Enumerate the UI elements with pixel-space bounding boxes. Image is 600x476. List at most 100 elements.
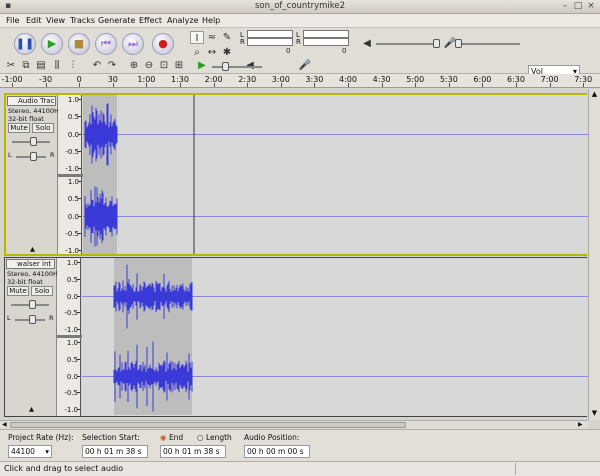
record-button[interactable]: ● [152,33,174,55]
zoom-tool-icon[interactable]: ⌕ [190,46,204,59]
skip-to-end-button[interactable]: ⏭ [122,33,144,55]
trim-icon[interactable]: ⫼ [50,59,64,72]
menu-tracks[interactable]: Tracks [70,16,95,25]
microphone-icon[interactable]: 🎤 [298,59,312,72]
scale-label: 0.5 [67,195,79,204]
time-shift-tool-icon[interactable]: ↔ [205,46,219,59]
length-radio[interactable]: ○ Length [197,433,232,442]
ruler-tick [381,83,383,87]
play-at-speed-icon[interactable]: ▶ [195,59,209,72]
scroll-right-icon[interactable]: ▶ [578,421,583,428]
redo-icon[interactable]: ↷ [105,59,119,72]
ruler-tick [146,83,148,87]
end-radio[interactable]: ◉ End [160,433,183,442]
track-info-panel: ✕ Audio Trac Stereo, 44100Hz 32-bit floa… [6,95,62,254]
play-button[interactable]: ▶ [41,33,63,55]
menu-generate[interactable]: Generate [98,16,135,25]
project-rate-select[interactable]: 44100 ▾ [8,445,52,458]
audio-track[interactable]: ✕ Audio Trac Stereo, 44100Hz 32-bit floa… [4,93,589,256]
menu-file[interactable]: File [6,16,19,25]
scroll-left-icon[interactable]: ◀ [2,421,7,428]
output-volume-slider[interactable] [376,43,436,45]
cut-icon[interactable]: ✂ [4,59,18,72]
selection-start-field[interactable]: 00 h 01 m 38 s [82,445,148,458]
gain-thumb[interactable] [29,300,36,309]
collapse-track-icon[interactable]: ▲ [29,405,34,413]
ruler-tick [314,83,316,87]
audio-position-field[interactable]: 00 h 00 m 00 s [244,445,310,458]
menu-effect[interactable]: Effect [139,16,162,25]
output-volume-icon: ◀ [363,38,371,49]
multi-tool-icon[interactable]: ✱ [220,46,234,59]
horizontal-scrollbar[interactable]: ◀ ▶ [0,420,588,429]
maximize-icon[interactable]: □ [573,2,583,12]
solo-button[interactable]: Solo [32,123,54,133]
selection-tool-icon[interactable]: I [190,31,204,44]
play-speed-slider[interactable] [212,66,262,68]
scroll-down-icon[interactable]: ▼ [590,409,599,418]
minimize-icon[interactable]: – [560,2,570,12]
scale-tick [78,133,81,135]
paste-icon[interactable]: ▤ [34,59,48,72]
waveform[interactable] [83,95,589,254]
scale-tick [77,409,80,410]
solo-button[interactable]: Solo [31,286,53,296]
zoom-in-icon[interactable]: ⊕ [127,59,141,72]
selection-end-field[interactable]: 00 h 01 m 38 s [160,445,226,458]
scale-label: 0.5 [66,275,78,284]
pan-thumb[interactable] [30,152,37,161]
window-title: son_of_countrymike2 [254,1,346,11]
collapse-track-icon[interactable]: ▲ [30,245,35,253]
horizontal-scroll-thumb[interactable] [10,422,406,428]
timeline-ruler[interactable]: -1:00 -30 0 30 1:00 1:30 2:00 2:30 3:00 3:30 4:00 4… [0,74,600,88]
ruler-tick [415,83,417,87]
undo-icon[interactable]: ↶ [90,59,104,72]
project-rate-value: 44100 [11,447,35,456]
track-name: walser int [17,260,52,268]
stop-button[interactable]: ■ [68,33,90,55]
waveform[interactable] [82,258,588,416]
input-volume-slider[interactable] [458,43,520,45]
input-volume-thumb[interactable] [455,39,462,48]
play-speed-thumb[interactable] [222,62,229,71]
record-meter-zero: 0 [342,47,347,55]
close-icon[interactable]: × [586,2,596,12]
fit-project-icon[interactable]: ⊞ [172,59,186,72]
draw-tool-icon[interactable]: ✎ [220,31,234,44]
scale-label: -1.0 [65,165,79,173]
ruler-tick [12,83,13,87]
menu-view[interactable]: View [46,16,65,25]
track-format: Stereo, 44100Hz [8,107,63,115]
ruler-tick [348,83,349,87]
menu-help[interactable]: Help [202,16,220,25]
audio-track[interactable]: ✕ walser int Stereo, 44100Hz 32-bit floa… [4,257,588,417]
pan-thumb[interactable] [29,315,36,324]
vertical-scrollbar[interactable]: ▲ ▼ [588,89,600,420]
audio-position-label: Audio Position: [244,433,300,442]
selection-bar: Project Rate (Hz): 44100 ▾ Selection Star… [0,429,600,461]
scroll-up-icon[interactable]: ▲ [590,90,599,99]
scale-tick [78,232,81,234]
scale-label: 1.0 [66,339,78,347]
menubar: File Edit View Tracks Generate Effect An… [0,14,600,28]
skip-to-start-button[interactable]: ⏮ [95,33,117,55]
mute-button[interactable]: Mute [7,286,29,296]
fit-selection-icon[interactable]: ⊡ [157,59,171,72]
record-meter-left [303,30,349,38]
menu-analyze[interactable]: Analyze [167,16,199,25]
output-volume-thumb[interactable] [433,39,440,48]
envelope-tool-icon[interactable]: ≈ [205,31,219,44]
zoom-out-icon[interactable]: ⊖ [142,59,156,72]
silence-icon[interactable]: ⫶ [66,59,80,72]
menu-edit[interactable]: Edit [26,16,42,25]
track-name-menu[interactable]: Audio Trac [7,96,56,106]
track-name-menu[interactable]: walser int [6,259,55,269]
mute-button[interactable]: Mute [8,123,30,133]
track-area[interactable]: ✕ Audio Trac Stereo, 44100Hz 32-bit floa… [0,89,589,420]
track-format: Stereo, 44100Hz [7,270,62,278]
gain-thumb[interactable] [30,137,37,146]
playback-meter-left [247,30,293,38]
copy-icon[interactable]: ⧉ [19,59,33,72]
pause-button[interactable]: ❚❚ [14,33,36,55]
skip-to-start-icon: ⏮ [101,37,111,50]
